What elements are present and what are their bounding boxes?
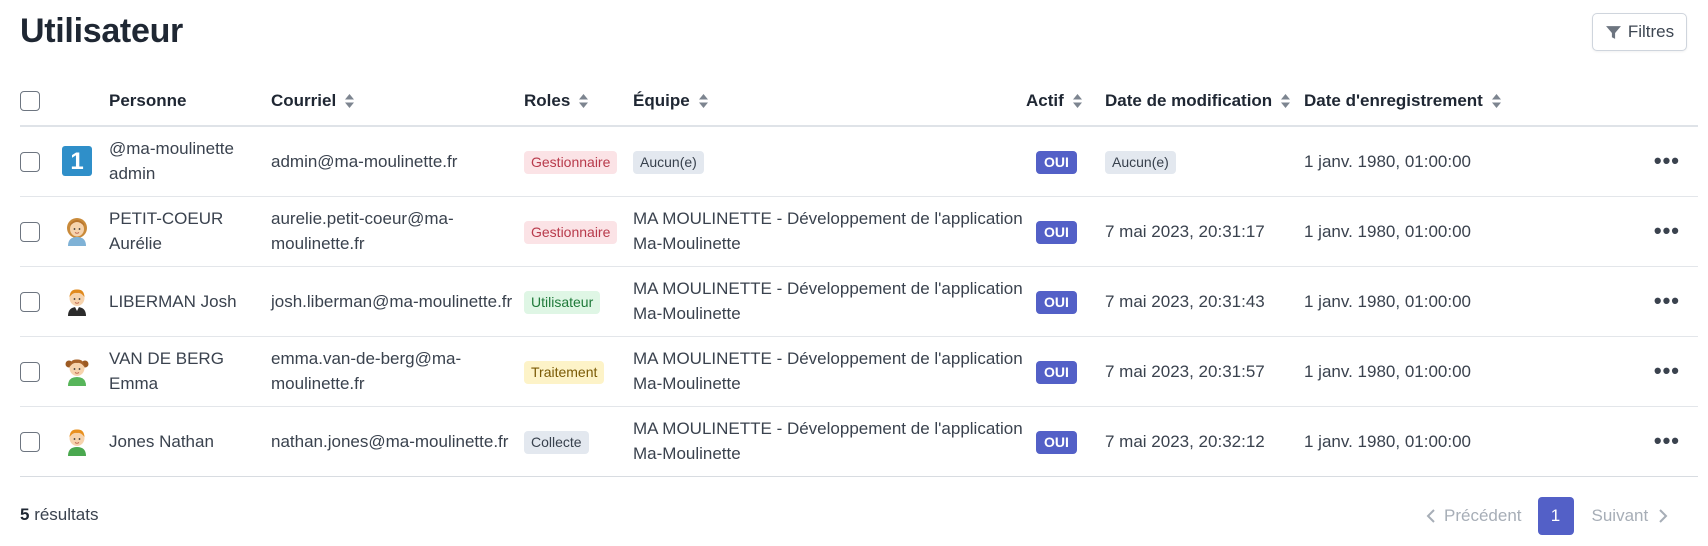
girl-avatar-icon bbox=[65, 359, 89, 386]
modified-date: 7 mai 2023, 20:32:12 bbox=[1105, 406, 1304, 477]
active-badge: OUI bbox=[1036, 430, 1077, 454]
email-link[interactable]: emma.van-de-berg@ma-moulinette.fr bbox=[271, 336, 524, 407]
column-header-team[interactable]: Équipe bbox=[633, 76, 1026, 127]
chevron-right-icon bbox=[1659, 509, 1668, 523]
column-header-active[interactable]: Actif bbox=[1026, 76, 1105, 127]
modified-date: 7 mai 2023, 20:31:17 bbox=[1105, 196, 1304, 267]
row-checkbox[interactable] bbox=[20, 362, 40, 383]
row-checkbox[interactable] bbox=[20, 292, 40, 313]
column-header-modified[interactable]: Date de modification bbox=[1105, 76, 1304, 127]
team-cell: MA MOULINETTE - Développement de l'appli… bbox=[633, 266, 1026, 337]
row-menu-icon[interactable]: ••• bbox=[1654, 218, 1680, 243]
person-cell: @ma-moulinette admin bbox=[109, 126, 271, 197]
row-menu-icon[interactable]: ••• bbox=[1654, 358, 1680, 383]
filters-button[interactable]: Filtres bbox=[1592, 13, 1687, 51]
active-badge: OUI bbox=[1036, 360, 1077, 384]
column-header-registered[interactable]: Date d'enregistrement bbox=[1304, 76, 1511, 127]
chevron-left-icon bbox=[1426, 509, 1435, 523]
number-one-avatar: 1 bbox=[62, 146, 92, 177]
active-badge: OUI bbox=[1036, 220, 1077, 244]
man-avatar-icon bbox=[68, 289, 86, 316]
woman-avatar-icon bbox=[67, 218, 87, 246]
column-header-roles[interactable]: Roles bbox=[524, 76, 633, 127]
row-checkbox[interactable] bbox=[20, 152, 40, 173]
active-badge: OUI bbox=[1036, 290, 1077, 314]
pagination: Précédent 1 Suivant bbox=[1426, 497, 1668, 535]
email-link[interactable]: aurelie.petit-coeur@ma-moulinette.fr bbox=[271, 196, 524, 267]
filters-button-label: Filtres bbox=[1627, 22, 1675, 41]
row-menu-icon[interactable]: ••• bbox=[1654, 428, 1680, 453]
role-badge: Utilisateur bbox=[524, 290, 601, 314]
role-badge: Gestionnaire bbox=[524, 220, 618, 244]
modified-date: 7 mai 2023, 20:31:57 bbox=[1105, 336, 1304, 407]
row-menu-icon[interactable]: ••• bbox=[1654, 288, 1680, 313]
page-title: Utilisateur bbox=[20, 12, 183, 50]
registered-date: 1 janv. 1980, 01:00:00 bbox=[1304, 406, 1511, 477]
modified-badge: Aucun(e) bbox=[1105, 150, 1176, 174]
sort-icon[interactable] bbox=[1280, 93, 1291, 109]
email-link[interactable]: josh.liberman@ma-moulinette.fr bbox=[271, 266, 524, 337]
role-badge: Collecte bbox=[524, 430, 589, 454]
modified-date: 7 mai 2023, 20:31:43 bbox=[1105, 266, 1304, 337]
column-header-person: Personne bbox=[109, 76, 271, 127]
person-cell: VAN DE BERG Emma bbox=[109, 336, 271, 407]
team-cell: MA MOULINETTE - Développement de l'appli… bbox=[633, 406, 1026, 477]
results-count: 5 résultats bbox=[20, 505, 99, 524]
role-badge: Traitement bbox=[524, 360, 605, 384]
person-cell: Jones Nathan bbox=[109, 406, 271, 477]
registered-date: 1 janv. 1980, 01:00:00 bbox=[1304, 336, 1511, 407]
row-checkbox[interactable] bbox=[20, 432, 40, 453]
email-link[interactable]: nathan.jones@ma-moulinette.fr bbox=[271, 406, 524, 477]
table-row[interactable]: Jones Nathan nathan.jones@ma-moulinette.… bbox=[20, 406, 1698, 477]
sort-icon[interactable] bbox=[1072, 93, 1083, 109]
column-header-email[interactable]: Courriel bbox=[271, 76, 524, 127]
sort-icon[interactable] bbox=[698, 93, 709, 109]
registered-date: 1 janv. 1980, 01:00:00 bbox=[1304, 126, 1511, 197]
boy-avatar-icon bbox=[68, 429, 86, 456]
filter-icon bbox=[1605, 25, 1621, 39]
select-all-checkbox[interactable] bbox=[20, 90, 40, 111]
row-checkbox[interactable] bbox=[20, 222, 40, 243]
table-row[interactable]: VAN DE BERG Emma emma.van-de-berg@ma-moul… bbox=[20, 336, 1698, 407]
team-cell: MA MOULINETTE - Développement de l'appli… bbox=[633, 196, 1026, 267]
table-header-row: Personne Courriel Roles Équipe Actif Dat… bbox=[20, 76, 1698, 127]
sort-icon[interactable] bbox=[344, 93, 355, 109]
team-badge: Aucun(e) bbox=[633, 150, 704, 174]
sort-icon[interactable] bbox=[1491, 93, 1502, 109]
sort-icon[interactable] bbox=[578, 93, 589, 109]
table-row[interactable]: PETIT-COEUR Aurélie aurelie.petit-coeur@m… bbox=[20, 196, 1698, 267]
active-badge: OUI bbox=[1036, 150, 1077, 174]
email-link[interactable]: admin@ma-moulinette.fr bbox=[271, 126, 524, 197]
role-badge: Gestionnaire bbox=[524, 150, 618, 174]
row-menu-icon[interactable]: ••• bbox=[1654, 148, 1680, 173]
table-row[interactable]: 1 @ma-moulinette admin admin@ma-moulinett… bbox=[20, 126, 1698, 197]
page-1-button[interactable]: 1 bbox=[1537, 497, 1574, 535]
previous-page-button[interactable]: Précédent bbox=[1426, 506, 1522, 526]
registered-date: 1 janv. 1980, 01:00:00 bbox=[1304, 196, 1511, 267]
users-table: Personne Courriel Roles Équipe Actif Dat… bbox=[20, 76, 1698, 477]
person-cell: PETIT-COEUR Aurélie bbox=[109, 196, 271, 267]
next-page-button[interactable]: Suivant bbox=[1592, 506, 1669, 526]
team-cell: MA MOULINETTE - Développement de l'appli… bbox=[633, 336, 1026, 407]
registered-date: 1 janv. 1980, 01:00:00 bbox=[1304, 266, 1511, 337]
table-row[interactable]: LIBERMAN Josh josh.liberman@ma-moulinett… bbox=[20, 266, 1698, 337]
person-cell: LIBERMAN Josh bbox=[109, 266, 271, 337]
